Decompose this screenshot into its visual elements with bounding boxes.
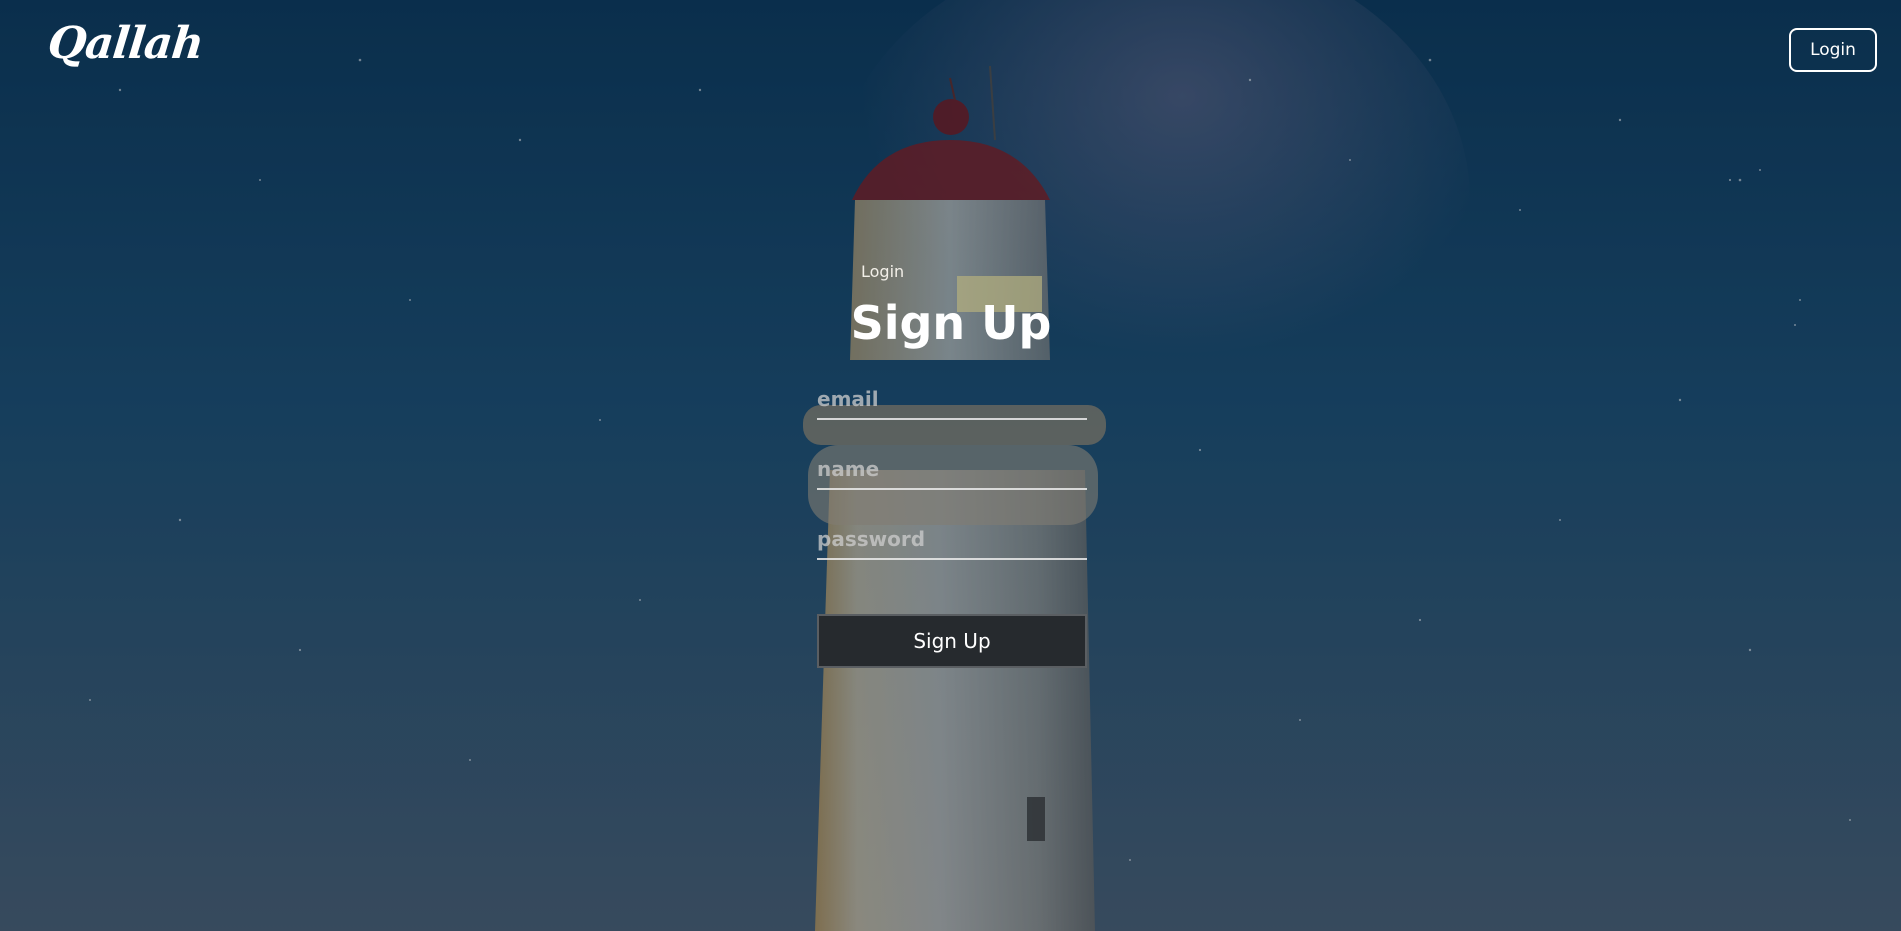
header-login-button[interactable]: Login <box>1789 28 1877 72</box>
name-field[interactable] <box>817 450 1087 490</box>
brand-logo[interactable]: Qallah <box>45 14 206 74</box>
password-field[interactable] <box>817 520 1087 560</box>
switch-to-login-link[interactable]: Login <box>861 262 904 281</box>
email-field[interactable] <box>817 380 1087 420</box>
signup-submit-button[interactable]: Sign Up <box>817 614 1087 668</box>
page-title: Sign Up <box>850 296 1052 350</box>
